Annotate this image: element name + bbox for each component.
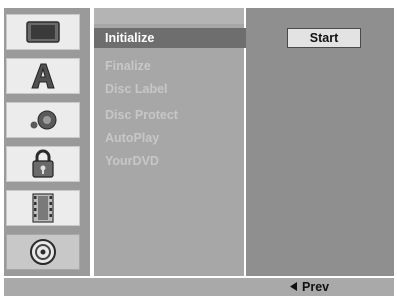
sidebar-item-lock[interactable]: [6, 146, 80, 182]
setup-menu-screen: Initialize Finalize Disc Label Disc Prot…: [0, 0, 397, 296]
sidebar-item-language[interactable]: [6, 58, 80, 94]
disc-icon: [28, 237, 58, 267]
tv-screen-icon: [26, 21, 60, 43]
menu-item-disc-protect[interactable]: Disc Protect: [94, 105, 244, 125]
menu-panel-header: [94, 8, 244, 24]
options-panel: [246, 8, 394, 276]
left-arrow-icon: [290, 279, 297, 296]
prev-label: Prev: [302, 280, 330, 294]
speaker-audio-icon: [29, 109, 57, 131]
padlock-icon: [31, 149, 55, 179]
sidebar-item-recording[interactable]: [6, 190, 80, 226]
menu-item-yourdvd[interactable]: YourDVD: [94, 151, 244, 171]
film-strip-icon: [31, 193, 55, 223]
menu-item-autoplay[interactable]: AutoPlay: [94, 128, 244, 148]
sidebar-item-disc[interactable]: [6, 234, 80, 270]
menu-item-disc-label[interactable]: Disc Label: [94, 79, 244, 99]
letter-a-icon: [30, 62, 56, 90]
menu-item-initialize[interactable]: Initialize: [94, 28, 246, 48]
menu-item-finalize[interactable]: Finalize: [94, 56, 244, 76]
prev-hint[interactable]: Prev: [290, 279, 329, 296]
help-bar: [4, 278, 394, 296]
start-button[interactable]: Start: [287, 28, 361, 48]
sidebar-item-display[interactable]: [6, 14, 80, 50]
sidebar-item-audio[interactable]: [6, 102, 80, 138]
